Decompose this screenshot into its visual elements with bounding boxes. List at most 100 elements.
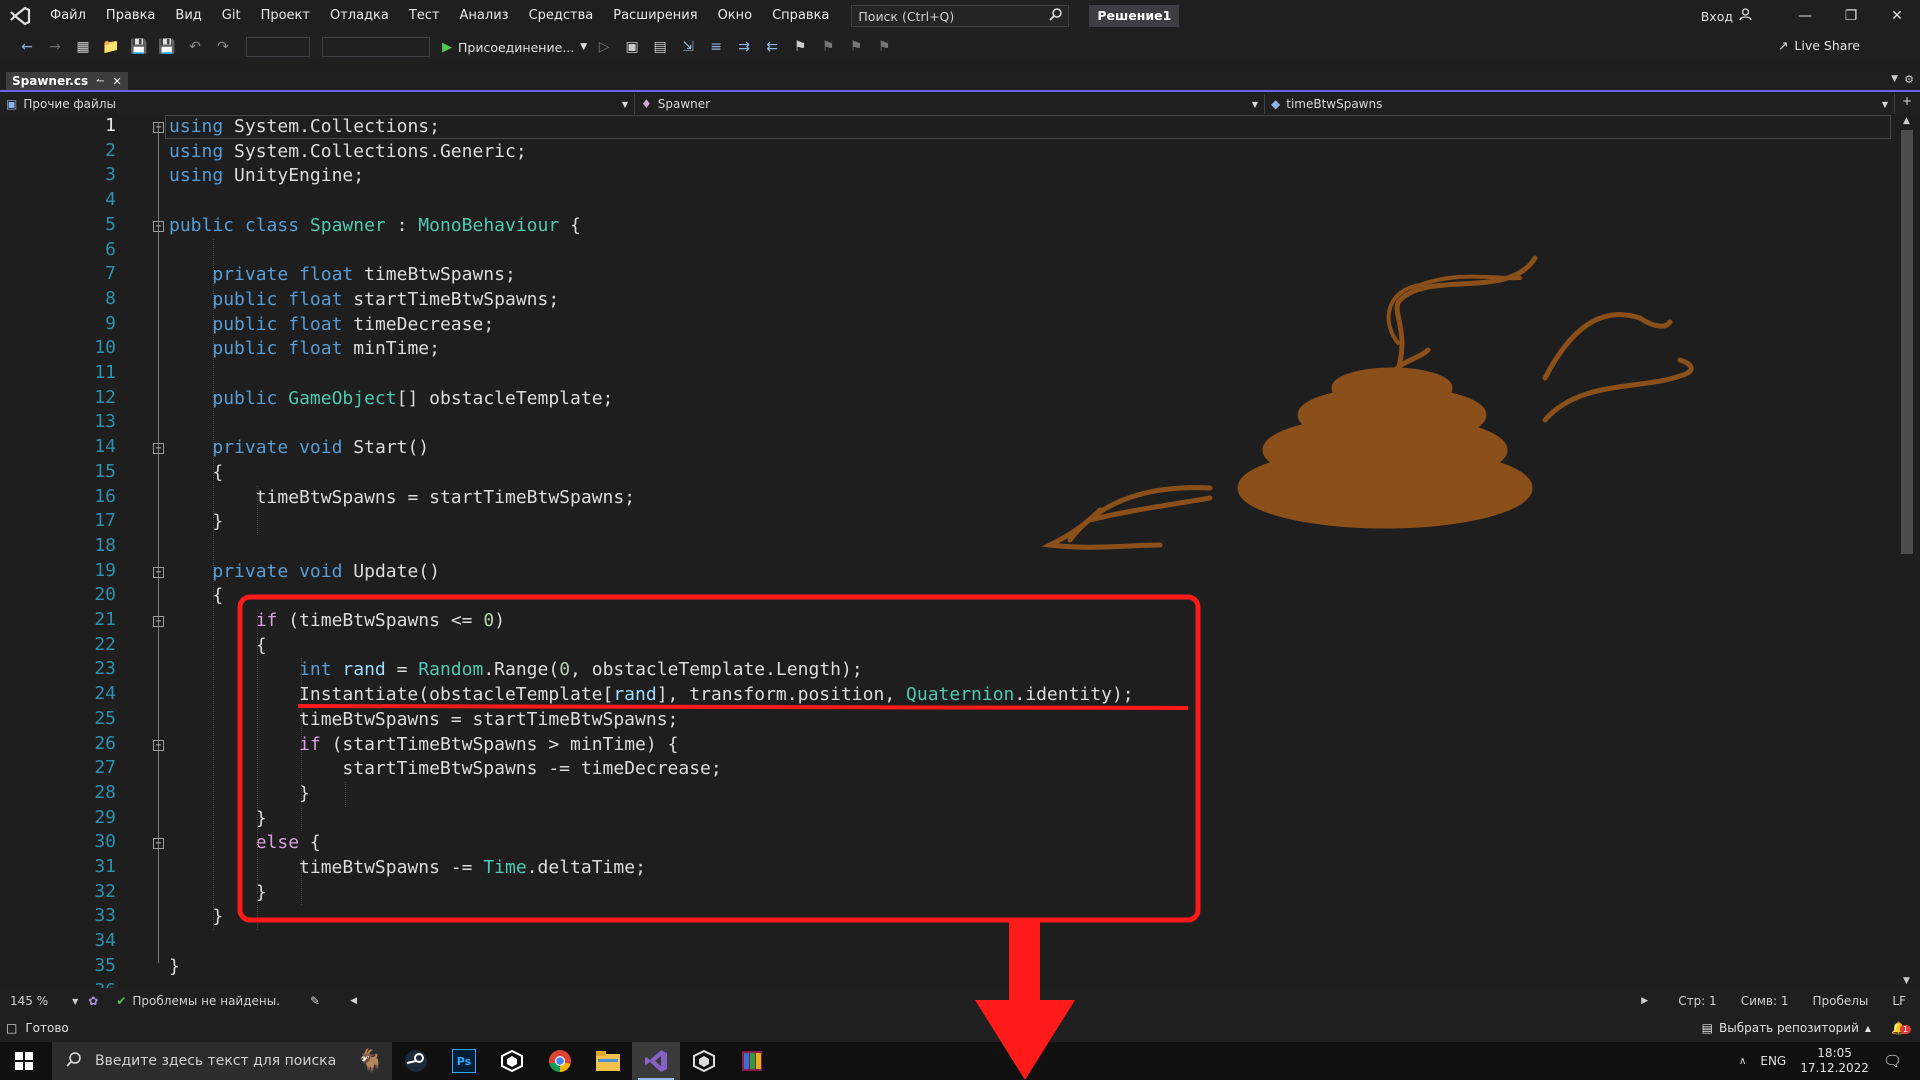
code-line[interactable]: } <box>169 782 310 806</box>
code-line[interactable]: else { <box>169 831 321 855</box>
code-line[interactable]: public float minTime; <box>169 337 440 361</box>
clear-bookmark-icon[interactable]: ⚑ <box>873 36 895 58</box>
select-repo-button[interactable]: Выбрать репозиторий <box>1719 1021 1859 1035</box>
collapse-toggle-icon[interactable]: − <box>153 739 164 751</box>
undo-icon[interactable]: ↶ <box>184 36 206 58</box>
collapse-toggle-icon[interactable]: − <box>153 443 164 455</box>
code-line[interactable]: timeBtwSpawns = startTimeBtwSpawns; <box>169 708 678 732</box>
taskbar-search[interactable]: Введите здесь текст для поиска 🐐 <box>52 1042 392 1080</box>
step-icon[interactable]: ⇲ <box>677 36 699 58</box>
line-ending-indicator[interactable]: LF <box>1892 994 1906 1008</box>
live-share-button[interactable]: ↗ Live Share <box>1778 38 1860 53</box>
code-line[interactable]: private float timeBtwSpawns; <box>169 263 515 287</box>
collapse-toggle-icon[interactable]: − <box>153 566 164 578</box>
chevron-up-icon[interactable]: ∧ <box>1739 1056 1746 1067</box>
attach-button[interactable]: ▶ Присоединение... ▼ <box>442 40 587 55</box>
tab-overflow-icon[interactable]: ▼ <box>1891 74 1898 84</box>
code-line[interactable]: } <box>169 905 223 929</box>
platform-dropdown[interactable] <box>322 37 430 57</box>
pin-icon[interactable]: ↼ <box>96 76 104 87</box>
start-without-debug-icon[interactable]: ▷ <box>593 36 615 58</box>
configuration-dropdown[interactable] <box>246 37 310 57</box>
code-editor[interactable]: 1 2 3 4 5 6 7 8 9 10 11 12 13 14 15 16 17 18 19 20 21 22 23 24 2… <box>0 114 1896 988</box>
code-line[interactable]: using System.Collections; <box>169 115 440 139</box>
collapse-toggle-icon[interactable]: − <box>153 838 164 850</box>
code-line[interactable]: public float startTimeBtwSpawns; <box>169 288 559 312</box>
collapse-toggle-icon[interactable]: − <box>153 122 164 133</box>
code-line[interactable]: timeBtwSpawns = startTimeBtwSpawns; <box>169 486 635 510</box>
prev-bookmark-icon[interactable]: ⚑ <box>817 36 839 58</box>
code-line[interactable]: startTimeBtwSpawns -= timeDecrease; <box>169 757 721 781</box>
menu-item[interactable]: Правка <box>96 0 165 32</box>
language-indicator[interactable]: ENG <box>1760 1054 1786 1068</box>
code-line[interactable]: { <box>169 584 223 608</box>
menu-item[interactable]: Файл <box>40 0 96 32</box>
split-icon[interactable]: + <box>1895 94 1919 114</box>
forward-icon[interactable]: → <box>44 36 66 58</box>
save-icon[interactable]: 💾 <box>128 36 150 58</box>
code-line[interactable]: if (startTimeBtwSpawns > minTime) { <box>169 733 678 757</box>
open-folder-icon[interactable]: 📁 <box>100 36 122 58</box>
restore-button[interactable]: ❐ <box>1828 0 1874 32</box>
menu-item[interactable]: Вид <box>165 0 211 32</box>
menu-item[interactable]: Справка <box>762 0 839 32</box>
code-line[interactable]: if (timeBtwSpawns <= 0) <box>169 609 505 633</box>
file-explorer-icon[interactable] <box>584 1042 632 1080</box>
layout-icon[interactable]: ▤ <box>649 36 671 58</box>
close-icon[interactable]: ✕ <box>113 75 122 88</box>
code-line[interactable]: int rand = Random.Range(0, obstacleTempl… <box>169 658 863 682</box>
search-input[interactable]: Поиск (Ctrl+Q) <box>858 9 954 24</box>
code-line[interactable]: Instantiate(obstacleTemplate[rand], tran… <box>169 683 1134 707</box>
code-line[interactable]: } <box>169 510 223 534</box>
search-box[interactable]: Поиск (Ctrl+Q) <box>851 5 1070 27</box>
brush-icon[interactable]: ✎ <box>310 994 320 1008</box>
code-line[interactable]: } <box>169 807 267 831</box>
visual-studio-taskbar-icon[interactable] <box>632 1042 680 1080</box>
winrar-icon[interactable] <box>728 1042 776 1080</box>
chrome-icon[interactable] <box>536 1042 584 1080</box>
code-line[interactable]: public GameObject[] obstacleTemplate; <box>169 387 613 411</box>
menu-item[interactable]: Анализ <box>450 0 519 32</box>
scroll-down-icon[interactable]: ▼ <box>1903 976 1910 986</box>
menu-item[interactable]: Проект <box>251 0 320 32</box>
back-icon[interactable]: ← <box>16 36 38 58</box>
code-line[interactable]: } <box>169 881 267 905</box>
clock[interactable]: 18:05 17.12.2022 <box>1800 1046 1869 1076</box>
project-dropdown[interactable]: ▣ Прочие файлы ▼ <box>0 94 635 114</box>
code-line[interactable]: using UnityEngine; <box>169 164 364 188</box>
menu-item[interactable]: Расширения <box>603 0 707 32</box>
browser-link-icon[interactable]: ▣ <box>621 36 643 58</box>
signin-button[interactable]: Вход <box>1701 8 1752 24</box>
code-line[interactable]: private void Start() <box>169 436 429 460</box>
member-dropdown[interactable]: ◆ timeBtwSpawns ▼ <box>1265 94 1895 114</box>
settings-icon[interactable]: ⚙ <box>1904 73 1914 86</box>
code-line[interactable]: { <box>169 461 223 485</box>
scroll-left-icon[interactable]: ◀ <box>350 996 357 1006</box>
menu-item[interactable]: Тест <box>399 0 450 32</box>
next-bookmark-icon[interactable]: ⚑ <box>845 36 867 58</box>
redo-icon[interactable]: ↷ <box>212 36 234 58</box>
format-icon[interactable]: ≡ <box>705 36 727 58</box>
code-line[interactable]: public float timeDecrease; <box>169 313 494 337</box>
collapse-toggle-icon[interactable]: − <box>153 220 164 232</box>
new-project-icon[interactable]: ▦ <box>72 36 94 58</box>
code-line[interactable]: private void Update() <box>169 560 440 584</box>
vertical-scrollbar[interactable]: ▲ ▼ <box>1896 114 1920 988</box>
menu-item[interactable]: Средства <box>519 0 604 32</box>
tab-spawner-cs[interactable]: Spawner.cs ↼ ✕ <box>6 72 128 92</box>
zoom-level[interactable]: 145 % <box>10 994 48 1008</box>
unity-icon[interactable] <box>680 1042 728 1080</box>
indent-icon[interactable]: ⇉ <box>733 36 755 58</box>
scroll-up-icon[interactable]: ▲ <box>1903 116 1910 126</box>
menu-item[interactable]: Окно <box>708 0 763 32</box>
bookmark-icon[interactable]: ⚑ <box>789 36 811 58</box>
scrollbar-thumb[interactable] <box>1901 130 1913 554</box>
menu-item[interactable]: Git <box>212 0 251 32</box>
steam-icon[interactable] <box>392 1042 440 1080</box>
code-line[interactable]: } <box>169 955 180 979</box>
menu-item[interactable]: Отладка <box>320 0 399 32</box>
close-window-button[interactable]: ✕ <box>1874 0 1920 32</box>
whitespace-indicator[interactable]: Пробелы <box>1812 994 1868 1008</box>
class-dropdown[interactable]: ♦ Spawner ▼ <box>635 94 1265 114</box>
scroll-right-icon[interactable]: ▶ <box>1641 996 1648 1006</box>
